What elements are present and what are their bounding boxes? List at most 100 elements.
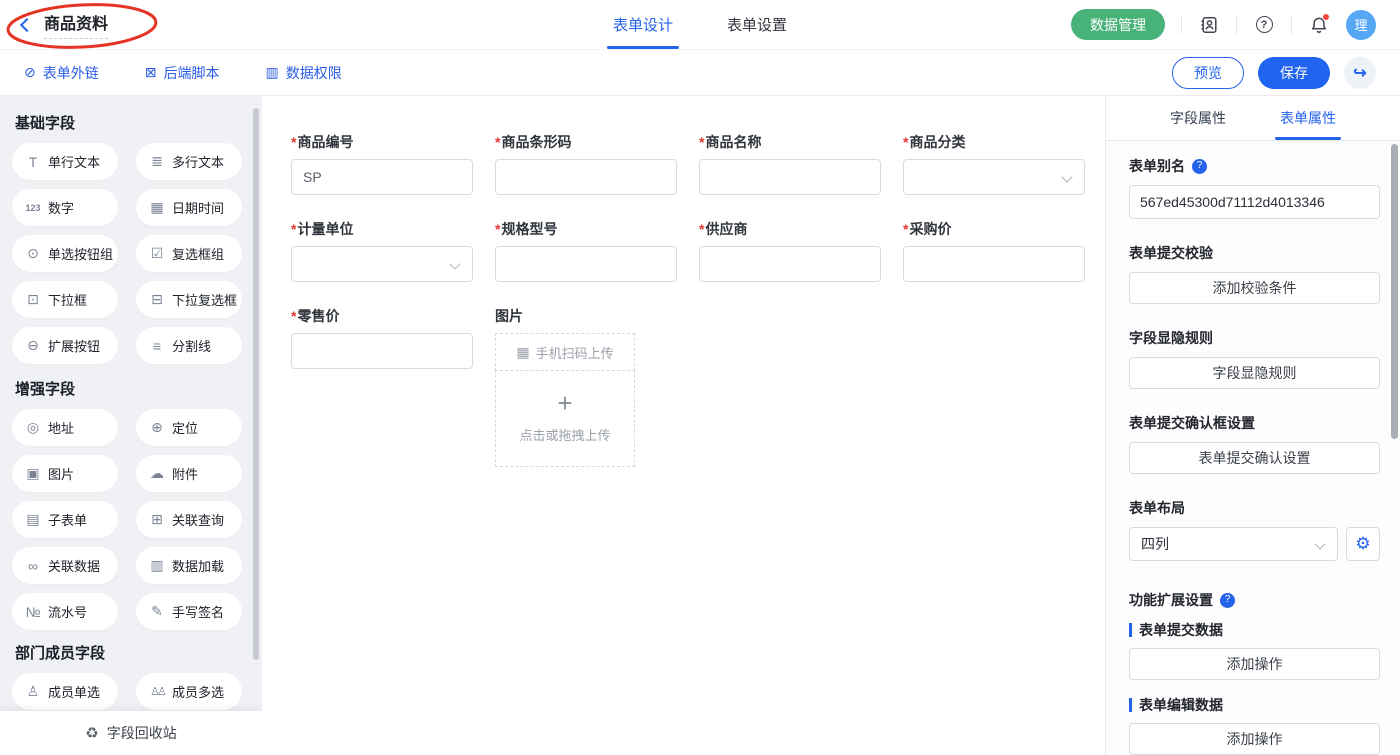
back-icon[interactable]	[20, 17, 34, 31]
add-validation-button[interactable]: 添加校验条件	[1129, 272, 1380, 304]
form-alias-input[interactable]: 567ed45300d71112d4013346	[1129, 185, 1380, 219]
external-link-button[interactable]: ⊘ 表单外链	[24, 63, 99, 83]
sidebar-item-datetime[interactable]: ▦日期时间	[136, 189, 242, 226]
image-icon: ▣	[25, 465, 41, 482]
sidebar-item-multi-dropdown[interactable]: ⊟下拉复选框	[136, 281, 242, 318]
field-product-code[interactable]: *商品编号 SP	[291, 133, 473, 195]
divider-icon: ≡	[149, 338, 165, 354]
layout-select[interactable]: 四列	[1129, 527, 1338, 561]
sidebar-item-single-text[interactable]: T单行文本	[12, 143, 118, 180]
preview-button[interactable]: 预览	[1172, 57, 1244, 89]
form-alias-group: 表单别名 ? 567ed45300d71112d4013346	[1129, 157, 1380, 219]
share-icon: ↪	[1353, 63, 1366, 83]
sidebar-item-subform[interactable]: ▤子表单	[12, 501, 118, 538]
sidebar-item-member-single[interactable]: ♙成员单选	[12, 673, 118, 710]
help-badge-icon[interactable]: ?	[1192, 159, 1207, 174]
sidebar-item-attachment[interactable]: ☁附件	[136, 455, 242, 492]
tab-form-design[interactable]: 表单设计	[609, 0, 677, 49]
purchase-price-input[interactable]	[903, 246, 1085, 282]
field-spec-model[interactable]: *规格型号	[495, 220, 677, 282]
add-edit-action-button[interactable]: 添加操作	[1129, 723, 1380, 755]
submit-data-group: 表单提交数据 添加操作	[1129, 621, 1380, 680]
tab-form-properties[interactable]: 表单属性	[1280, 96, 1336, 140]
sidebar-item-multi-text[interactable]: ≣多行文本	[136, 143, 242, 180]
subform-icon: ▤	[25, 511, 41, 528]
field-supplier[interactable]: *供应商	[699, 220, 881, 282]
tab-field-properties[interactable]: 字段属性	[1170, 96, 1226, 140]
help-icon[interactable]: ?	[1253, 14, 1275, 36]
sidebar-item-serial-number[interactable]: №流水号	[12, 593, 118, 630]
field-barcode[interactable]: *商品条形码	[495, 133, 677, 195]
form-toolbar: ⊘ 表单外链 ⊠ 后端脚本 ▥ 数据权限 预览 保存 ↪	[0, 50, 1400, 96]
barcode-input[interactable]	[495, 159, 677, 195]
field-product-category[interactable]: *商品分类	[903, 133, 1085, 195]
share-button[interactable]: ↪	[1344, 57, 1376, 89]
retail-price-input[interactable]	[291, 333, 473, 369]
avatar[interactable]: 理	[1346, 10, 1376, 40]
sidebar-item-number[interactable]: 123数字	[12, 189, 118, 226]
toolbar-actions: 预览 保存 ↪	[1172, 57, 1376, 89]
section-title-members: 部门成员字段	[15, 642, 262, 663]
field-unit[interactable]: *计量单位	[291, 220, 473, 282]
form-canvas[interactable]: *商品编号 SP *商品条形码 *商品名称 *商品分类 *计量单位 *规格型号	[262, 96, 1105, 755]
sidebar-item-locate[interactable]: ⊕定位	[136, 409, 242, 446]
header-actions: 数据管理 ? 理	[1071, 9, 1376, 40]
submit-confirm-button[interactable]: 表单提交确认设置	[1129, 442, 1380, 474]
target-icon: ⊕	[149, 419, 165, 436]
multi-text-icon: ≣	[149, 153, 165, 170]
field-image-upload[interactable]: 图片 ▦ 手机扫码上传 + 点击或拖拽上传	[495, 307, 677, 467]
product-name-input[interactable]	[699, 159, 881, 195]
product-code-input[interactable]: SP	[291, 159, 473, 195]
sidebar-item-signature[interactable]: ✎手写签名	[136, 593, 242, 630]
sidebar-item-image[interactable]: ▣图片	[12, 455, 118, 492]
backend-script-button[interactable]: ⊠ 后端脚本	[145, 63, 220, 83]
add-submit-action-button[interactable]: 添加操作	[1129, 648, 1380, 680]
required-mark: *	[699, 134, 704, 150]
data-manage-button[interactable]: 数据管理	[1071, 9, 1165, 40]
person-icon: ♙	[25, 683, 41, 700]
unit-select[interactable]	[291, 246, 473, 282]
field-retail-price[interactable]: *零售价	[291, 307, 473, 467]
required-mark: *	[291, 134, 296, 150]
sidebar-item-member-multi[interactable]: ♙♙成员多选	[136, 673, 242, 710]
scan-upload-button[interactable]: ▦ 手机扫码上传	[495, 333, 635, 371]
sidebar-item-linked-data[interactable]: ∞关联数据	[12, 547, 118, 584]
drop-upload-zone[interactable]: + 点击或拖拽上传	[495, 370, 635, 467]
required-mark: *	[699, 221, 704, 237]
data-permission-button[interactable]: ▥ 数据权限	[265, 63, 341, 83]
page-title[interactable]: 商品资料	[44, 10, 108, 39]
sidebar-item-extend-button[interactable]: ⊖扩展按钮	[12, 327, 118, 364]
field-product-name[interactable]: *商品名称	[699, 133, 881, 195]
sidebar-item-dropdown[interactable]: ⊡下拉框	[12, 281, 118, 318]
sidebar-item-divider[interactable]: ≡分割线	[136, 327, 242, 364]
notification-bell-icon[interactable]	[1308, 14, 1330, 36]
linked-query-icon: ⊞	[149, 511, 165, 528]
calendar-icon: ▦	[149, 199, 165, 216]
product-category-select[interactable]	[903, 159, 1085, 195]
required-mark: *	[495, 221, 500, 237]
serial-icon: №	[25, 604, 41, 620]
required-mark: *	[291, 221, 296, 237]
save-button[interactable]: 保存	[1258, 57, 1330, 89]
panel-tabs: 字段属性 表单属性	[1106, 96, 1400, 141]
layout-settings-button[interactable]: ⚙	[1346, 527, 1380, 561]
sidebar-item-linked-query[interactable]: ⊞关联查询	[136, 501, 242, 538]
contacts-book-icon[interactable]	[1198, 14, 1220, 36]
submit-validation-group: 表单提交校验 添加校验条件	[1129, 244, 1380, 304]
spec-model-input[interactable]	[495, 246, 677, 282]
sidebar-item-checkbox-group[interactable]: ☑复选框组	[136, 235, 242, 272]
number-icon: 123	[25, 203, 41, 213]
field-purchase-price[interactable]: *采购价	[903, 220, 1085, 282]
submit-confirm-group: 表单提交确认框设置 表单提交确认设置	[1129, 414, 1380, 474]
sidebar-item-address[interactable]: ◎地址	[12, 409, 118, 446]
sidebar-item-data-load[interactable]: ▥数据加载	[136, 547, 242, 584]
sidebar-item-radio-group[interactable]: ⊙单选按钮组	[12, 235, 118, 272]
sidebar-scrollbar[interactable]	[253, 108, 259, 660]
tab-form-settings[interactable]: 表单设置	[723, 0, 791, 49]
gear-icon: ⚙	[1355, 534, 1370, 554]
visibility-rules-button[interactable]: 字段显隐规则	[1129, 357, 1380, 389]
panel-scrollbar[interactable]	[1391, 144, 1398, 439]
field-recycle-bin-button[interactable]: ♻ 字段回收站	[0, 711, 262, 755]
supplier-input[interactable]	[699, 246, 881, 282]
help-badge-icon[interactable]: ?	[1220, 593, 1235, 608]
